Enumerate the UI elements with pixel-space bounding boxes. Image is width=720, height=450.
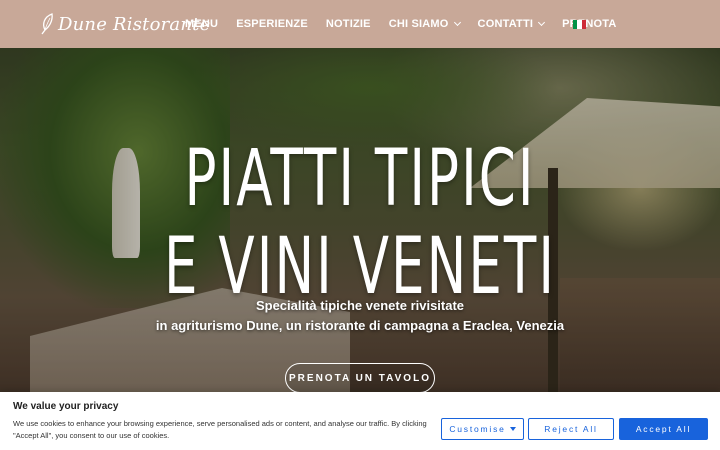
nav-item-label: PRENOTA <box>562 18 617 30</box>
site-header: Dune Ristorante MENU ESPERIENZE NOTIZIE … <box>0 0 720 48</box>
nav-item-label: ESPERIENZE <box>236 18 308 30</box>
nav-item-prenota[interactable]: PRENOTA <box>562 18 616 30</box>
cookie-banner-title: We value your privacy <box>13 401 119 412</box>
nav-item-label: CONTATTI <box>477 18 534 30</box>
caret-down-icon <box>509 427 516 431</box>
chevron-down-icon <box>538 18 546 27</box>
nav-item-label: CHI SIAMO <box>388 18 449 30</box>
italian-flag-icon[interactable] <box>573 20 586 29</box>
customise-button-label: Customise <box>449 424 506 434</box>
accept-all-button[interactable]: Accept All <box>619 418 708 440</box>
nav-item-contatti[interactable]: CONTATTI <box>477 18 546 30</box>
nav-item-chi-siamo[interactable]: CHI SIAMO <box>388 18 461 30</box>
leaf-logo-icon <box>41 13 53 35</box>
nav-item-label: MENU <box>185 18 219 30</box>
hero-title-line2: E VINI VENETI <box>163 222 557 312</box>
book-table-button[interactable]: PRENOTA UN TAVOLO <box>285 363 435 393</box>
hero-section: PIATTI TIPICI E VINI VENETI Specialità t… <box>0 48 720 450</box>
hero-title-line1: PIATTI TIPICI <box>184 134 536 224</box>
nav-item-esperienze[interactable]: ESPERIENZE <box>236 18 308 30</box>
nav-item-menu[interactable]: MENU <box>185 18 218 30</box>
customise-button[interactable]: Customise <box>441 418 524 440</box>
reject-all-button[interactable]: Reject All <box>528 418 614 440</box>
nav-item-label: NOTIZIE <box>325 18 371 30</box>
cookie-banner-text: We use cookies to enhance your browsing … <box>13 419 427 440</box>
chevron-down-icon <box>453 18 461 27</box>
hero-subtitle-line2: in agriturismo Dune, un ristorante di ca… <box>155 318 565 333</box>
main-nav: MENU ESPERIENZE NOTIZIE CHI SIAMO CONTAT… <box>185 0 635 48</box>
cookie-banner: We value your privacy We use cookies to … <box>0 392 720 450</box>
hero-subtitle-line1: Specialità tipiche venete rivisitate <box>255 298 465 313</box>
nav-item-notizie[interactable]: NOTIZIE <box>326 18 371 30</box>
